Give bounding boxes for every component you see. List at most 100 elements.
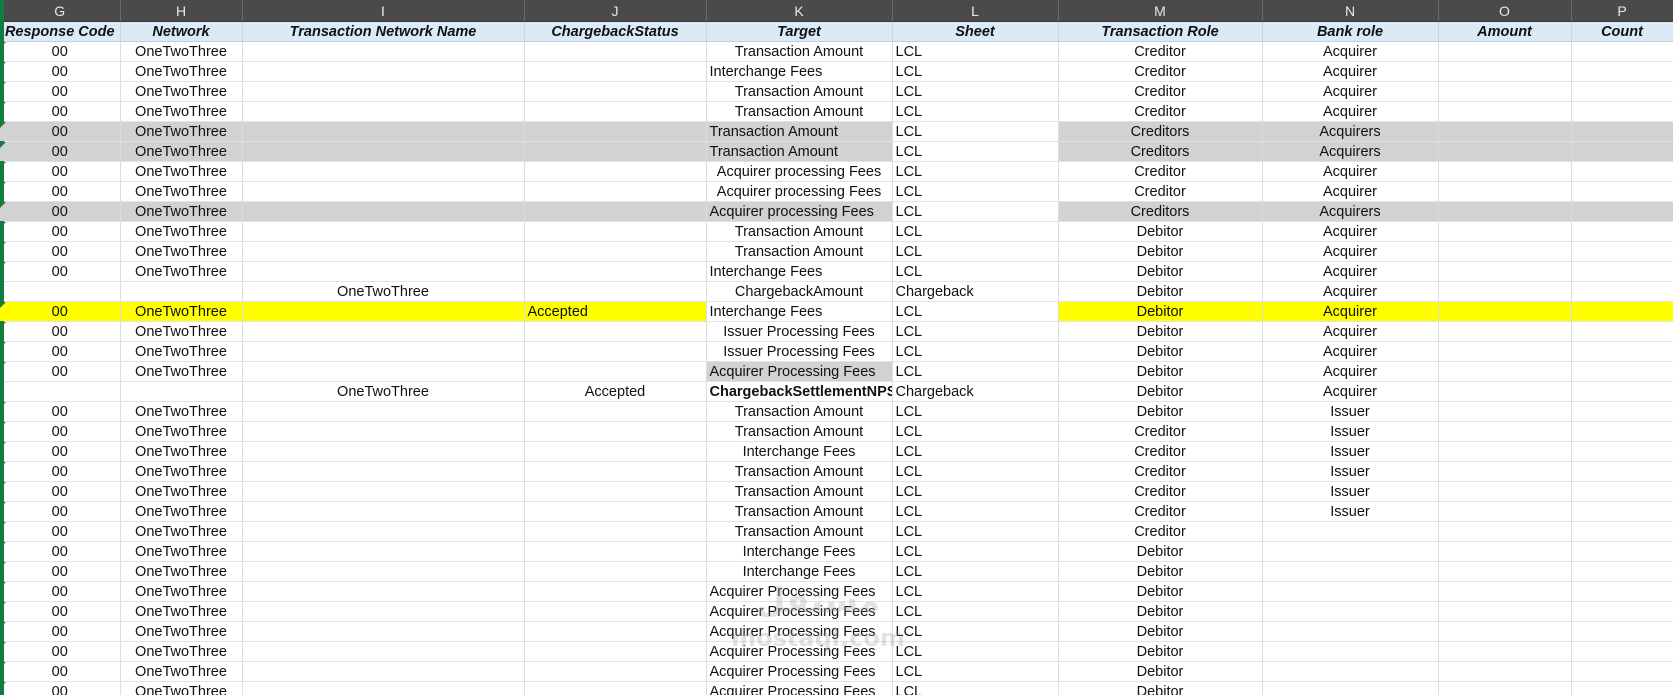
cell-transaction-role[interactable]: Creditor bbox=[1058, 181, 1263, 202]
cell-network[interactable]: OneTwoThree bbox=[120, 641, 243, 662]
cell-response-code[interactable]: 00 bbox=[0, 261, 121, 282]
cell-transaction-role[interactable]: Creditors bbox=[1058, 121, 1263, 142]
cell-network[interactable]: OneTwoThree bbox=[120, 361, 243, 382]
cell-bank-role[interactable]: Issuer bbox=[1262, 421, 1439, 442]
error-indicator-icon[interactable] bbox=[0, 482, 6, 488]
cell-response-code[interactable]: 00 bbox=[0, 341, 121, 362]
cell-network[interactable]: OneTwoThree bbox=[120, 661, 243, 682]
cell-target[interactable]: Transaction Amount bbox=[706, 241, 893, 262]
cell-transaction-network-name[interactable] bbox=[242, 221, 525, 242]
cell-amount[interactable] bbox=[1438, 41, 1572, 62]
header-transaction-role[interactable]: Transaction Role bbox=[1058, 21, 1263, 42]
cell-count[interactable] bbox=[1571, 261, 1673, 282]
error-indicator-icon[interactable] bbox=[0, 102, 6, 108]
error-indicator-icon[interactable] bbox=[0, 522, 6, 528]
cell-response-code[interactable]: 00 bbox=[0, 541, 121, 562]
cell-transaction-role[interactable]: Debitor bbox=[1058, 581, 1263, 602]
cell-transaction-role[interactable]: Creditor bbox=[1058, 101, 1263, 122]
cell-response-code[interactable]: 00 bbox=[0, 181, 121, 202]
cell-sheet[interactable]: LCL bbox=[892, 101, 1059, 122]
header-target[interactable]: Target bbox=[706, 21, 893, 42]
cell-bank-role[interactable]: Acquirers bbox=[1262, 141, 1439, 162]
cell-transaction-role[interactable]: Creditors bbox=[1058, 201, 1263, 222]
cell-chargeback-status[interactable] bbox=[524, 581, 707, 602]
cell-count[interactable] bbox=[1571, 281, 1673, 302]
cell-amount[interactable] bbox=[1438, 261, 1572, 282]
cell-bank-role[interactable]: Acquirer bbox=[1262, 181, 1439, 202]
cell-bank-role[interactable] bbox=[1262, 621, 1439, 642]
cell-network[interactable]: OneTwoThree bbox=[120, 241, 243, 262]
cell-bank-role[interactable] bbox=[1262, 541, 1439, 562]
cell-sheet[interactable]: LCL bbox=[892, 301, 1059, 322]
cell-count[interactable] bbox=[1571, 521, 1673, 542]
cell-sheet[interactable]: LCL bbox=[892, 41, 1059, 62]
cell-sheet[interactable]: LCL bbox=[892, 201, 1059, 222]
error-indicator-icon[interactable] bbox=[0, 262, 6, 268]
cell-bank-role[interactable]: Issuer bbox=[1262, 401, 1439, 422]
cell-chargeback-status[interactable] bbox=[524, 261, 707, 282]
cell-transaction-network-name[interactable] bbox=[242, 241, 525, 262]
cell-bank-role[interactable]: Acquirer bbox=[1262, 301, 1439, 322]
cell-target[interactable]: Transaction Amount bbox=[706, 421, 893, 442]
cell-transaction-network-name[interactable] bbox=[242, 621, 525, 642]
cell-bank-role[interactable]: Acquirer bbox=[1262, 261, 1439, 282]
cell-count[interactable] bbox=[1571, 81, 1673, 102]
cell-bank-role[interactable]: Issuer bbox=[1262, 501, 1439, 522]
cell-chargeback-status[interactable] bbox=[524, 401, 707, 422]
cell-response-code[interactable]: 00 bbox=[0, 581, 121, 602]
cell-network[interactable]: OneTwoThree bbox=[120, 401, 243, 422]
cell-bank-role[interactable]: Issuer bbox=[1262, 461, 1439, 482]
column-letter-m[interactable]: M bbox=[1058, 0, 1263, 22]
cell-response-code[interactable]: 00 bbox=[0, 441, 121, 462]
cell-chargeback-status[interactable] bbox=[524, 461, 707, 482]
cell-bank-role[interactable]: Acquirers bbox=[1262, 201, 1439, 222]
cell-amount[interactable] bbox=[1438, 281, 1572, 302]
error-indicator-icon[interactable] bbox=[0, 362, 6, 368]
error-indicator-icon[interactable] bbox=[0, 562, 6, 568]
cell-transaction-network-name[interactable] bbox=[242, 341, 525, 362]
cell-amount[interactable] bbox=[1438, 321, 1572, 342]
cell-transaction-network-name[interactable] bbox=[242, 201, 525, 222]
cell-response-code[interactable]: 00 bbox=[0, 101, 121, 122]
cell-target[interactable]: Transaction Amount bbox=[706, 401, 893, 422]
cell-chargeback-status[interactable]: Accepted bbox=[524, 381, 707, 402]
cell-sheet[interactable]: LCL bbox=[892, 621, 1059, 642]
cell-count[interactable] bbox=[1571, 581, 1673, 602]
cell-transaction-network-name[interactable] bbox=[242, 661, 525, 682]
error-indicator-icon[interactable] bbox=[0, 182, 6, 188]
cell-response-code[interactable]: 00 bbox=[0, 61, 121, 82]
cell-target[interactable]: Acquirer processing Fees bbox=[706, 181, 893, 202]
error-indicator-icon[interactable] bbox=[0, 322, 6, 328]
cell-chargeback-status[interactable] bbox=[524, 241, 707, 262]
cell-network[interactable]: OneTwoThree bbox=[120, 501, 243, 522]
cell-target[interactable]: Acquirer Processing Fees bbox=[706, 601, 893, 622]
header-network[interactable]: Network bbox=[120, 21, 243, 42]
spreadsheet-grid[interactable]: G H I J K L M N O P Response Code Networ… bbox=[0, 0, 1673, 695]
cell-amount[interactable] bbox=[1438, 661, 1572, 682]
cell-target[interactable]: Acquirer processing Fees bbox=[706, 161, 893, 182]
cell-transaction-network-name[interactable] bbox=[242, 601, 525, 622]
cell-network[interactable]: OneTwoThree bbox=[120, 321, 243, 342]
cell-transaction-role[interactable]: Debitor bbox=[1058, 681, 1263, 695]
cell-target[interactable]: Transaction Amount bbox=[706, 41, 893, 62]
header-sheet[interactable]: Sheet bbox=[892, 21, 1059, 42]
column-letter-p[interactable]: P bbox=[1571, 0, 1673, 22]
cell-target[interactable]: Acquirer Processing Fees bbox=[706, 681, 893, 695]
cell-count[interactable] bbox=[1571, 541, 1673, 562]
cell-transaction-network-name[interactable] bbox=[242, 61, 525, 82]
cell-response-code[interactable]: 00 bbox=[0, 241, 121, 262]
cell-chargeback-status[interactable] bbox=[524, 541, 707, 562]
cell-transaction-network-name[interactable] bbox=[242, 441, 525, 462]
error-indicator-icon[interactable] bbox=[0, 202, 6, 208]
cell-transaction-role[interactable]: Debitor bbox=[1058, 621, 1263, 642]
cell-transaction-role[interactable]: Creditor bbox=[1058, 441, 1263, 462]
cell-transaction-role[interactable]: Debitor bbox=[1058, 641, 1263, 662]
cell-target[interactable]: Interchange Fees bbox=[706, 561, 893, 582]
error-indicator-icon[interactable] bbox=[0, 402, 6, 408]
cell-count[interactable] bbox=[1571, 381, 1673, 402]
cell-transaction-role[interactable]: Creditor bbox=[1058, 61, 1263, 82]
cell-chargeback-status[interactable] bbox=[524, 121, 707, 142]
cell-target[interactable]: Interchange Fees bbox=[706, 261, 893, 282]
cell-bank-role[interactable]: Acquirer bbox=[1262, 241, 1439, 262]
cell-transaction-role[interactable]: Debitor bbox=[1058, 401, 1263, 422]
